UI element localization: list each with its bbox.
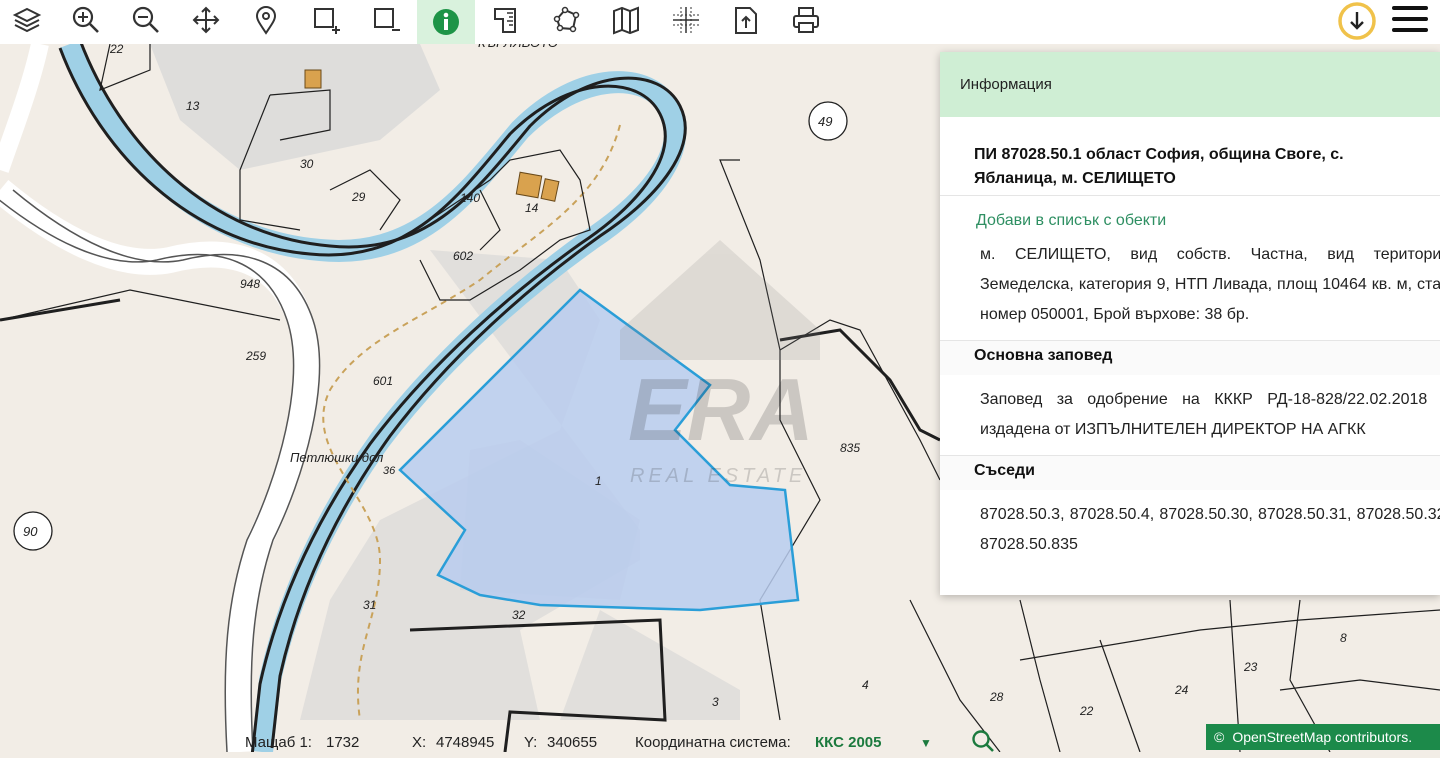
- zoom-out-icon: [132, 6, 159, 33]
- parcel-label: 602: [453, 249, 473, 263]
- measure-distance-button[interactable]: [486, 2, 526, 38]
- parcel-label: 140: [460, 191, 480, 205]
- coordinates-icon: [673, 7, 699, 33]
- add-to-list-link[interactable]: Добави в списък с обекти: [976, 212, 1440, 230]
- download-button[interactable]: [1336, 0, 1378, 42]
- chevron-down-icon[interactable]: ▼: [920, 736, 932, 750]
- parcel-label: 22: [1079, 704, 1094, 718]
- scale-label: Мащаб 1:: [245, 734, 312, 751]
- parcel-label: 259: [245, 349, 266, 363]
- map-icon: [613, 6, 639, 35]
- info-panel: Информация ПИ 87028.50.1 област София, о…: [940, 52, 1440, 595]
- menu-button[interactable]: [1388, 0, 1432, 38]
- zoom-box-in-icon: [314, 8, 340, 34]
- measure-area-button[interactable]: [546, 2, 586, 38]
- svg-text:REAL ESTATE: REAL ESTATE: [630, 465, 806, 487]
- menu-icon: [1392, 6, 1428, 32]
- parcel-label: 13: [186, 99, 200, 113]
- map-view-button[interactable]: [606, 2, 646, 38]
- scale-value: 1732: [326, 734, 360, 751]
- toolbar: [0, 0, 1440, 44]
- parcel-label: 601: [373, 374, 393, 388]
- map-pin-icon: [255, 6, 277, 35]
- divider: [940, 195, 1440, 196]
- place-name-label: Петлюшки дол: [290, 450, 384, 465]
- parcel-label: 30: [300, 157, 314, 171]
- info-button[interactable]: [417, 0, 475, 44]
- export-icon: [735, 7, 757, 34]
- zoom-box-out-button[interactable]: [366, 2, 406, 38]
- info-icon: [433, 9, 459, 35]
- search-icon: [972, 730, 994, 752]
- circled-label-text: 49: [818, 114, 832, 129]
- parcel-label: 36: [383, 465, 396, 477]
- parcel-label: 3: [712, 695, 719, 709]
- pan-icon: [192, 6, 220, 34]
- building: [515, 171, 543, 199]
- zoom-box-out-icon: [374, 8, 400, 31]
- zoom-in-button[interactable]: [66, 2, 106, 38]
- layers-button[interactable]: [7, 2, 47, 38]
- layers-icon: [12, 7, 42, 33]
- parcel-label: 23: [1243, 660, 1258, 674]
- y-label: Y:: [524, 734, 538, 751]
- parcel-description: м. СЕЛИЩЕТО, вид собств. Частна, вид тер…: [980, 246, 1440, 323]
- parcel-label: 14: [525, 201, 539, 215]
- parcel-label: 31: [363, 598, 376, 612]
- building: [304, 69, 322, 89]
- parcel-label: 32: [512, 608, 526, 622]
- order-text: Заповед за одобрение на КККР РД-18-828/2…: [980, 391, 1440, 438]
- info-panel-header: Информация: [940, 52, 1440, 117]
- map-attribution: © OpenStreetMap contributors.: [1206, 724, 1440, 750]
- print-icon: [793, 7, 819, 33]
- measure-distance-icon: [494, 8, 516, 33]
- parcel-label: 24: [1174, 683, 1189, 697]
- marker-button[interactable]: [246, 2, 286, 38]
- crs-select[interactable]: ККС 2005: [815, 734, 881, 751]
- svg-text:ERA: ERA: [628, 360, 814, 459]
- parcel-label: 948: [240, 277, 260, 291]
- y-coordinate: 340655: [547, 734, 598, 751]
- parcel-label: 8: [1340, 631, 1347, 645]
- parcel-label: 4: [862, 678, 869, 692]
- parcel-label: 28: [989, 690, 1004, 704]
- parcel-label: 22: [109, 42, 124, 56]
- x-coordinate: 4748945: [436, 734, 495, 751]
- parcel-label: 835: [840, 441, 860, 455]
- x-label: X:: [412, 734, 427, 751]
- order-heading: Основна заповед: [940, 340, 1440, 375]
- download-icon: [1338, 2, 1376, 40]
- pan-button[interactable]: [186, 2, 226, 38]
- parcel-title: ПИ 87028.50.1 област София, община Своге…: [974, 146, 1344, 187]
- circled-label-text: 90: [23, 524, 38, 539]
- crs-label: Координатна система:: [635, 734, 791, 751]
- neighbors-heading: Съседи: [940, 455, 1440, 490]
- neighbors-list[interactable]: 87028.50.3, 87028.50.4, 87028.50.30, 870…: [980, 500, 1440, 560]
- coordinates-button[interactable]: [666, 2, 706, 38]
- copyright-icon: ©: [1214, 729, 1225, 745]
- search-coordinates-button[interactable]: [970, 728, 996, 758]
- zoom-box-in-button[interactable]: [306, 2, 346, 38]
- measure-area-icon: [553, 6, 580, 33]
- export-button[interactable]: [726, 2, 766, 38]
- parcel-label: 1: [595, 474, 602, 488]
- parcel-label: 29: [351, 190, 366, 204]
- zoom-out-button[interactable]: [126, 2, 166, 38]
- attribution-link[interactable]: OpenStreetMap contributors.: [1232, 729, 1412, 745]
- print-button[interactable]: [786, 2, 826, 38]
- zoom-in-icon: [72, 6, 99, 33]
